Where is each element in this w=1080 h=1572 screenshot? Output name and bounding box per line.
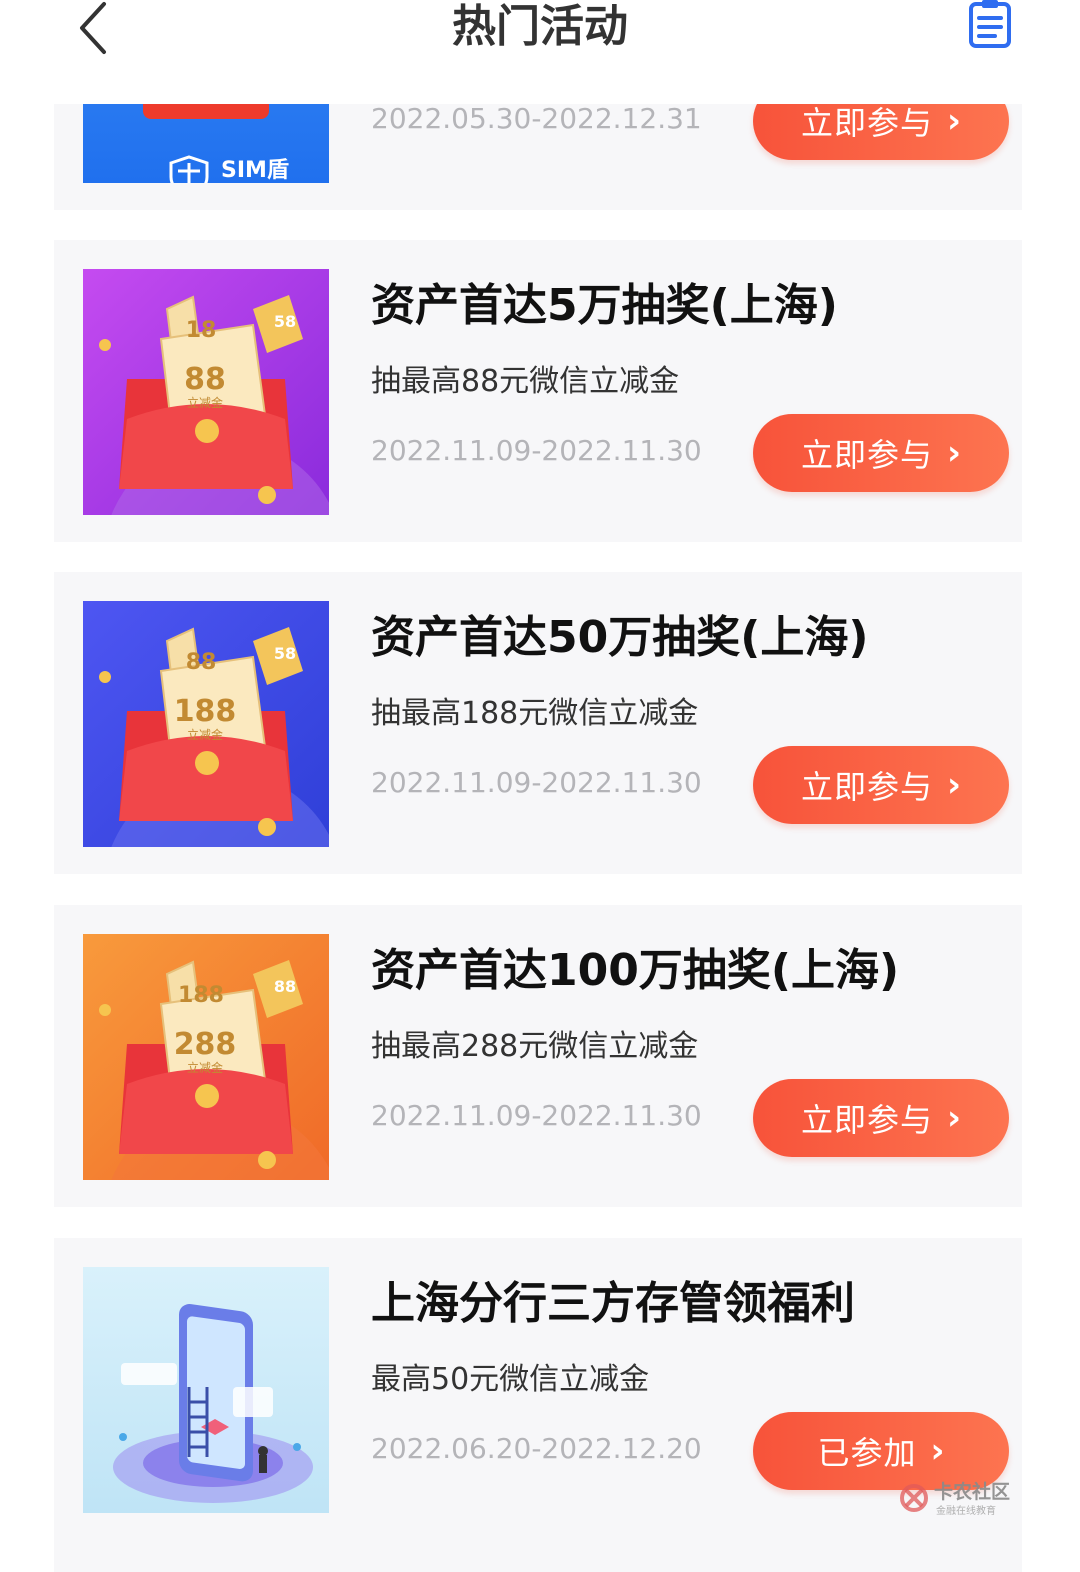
card-title: 资产首达50万抽奖(上海) (371, 612, 869, 663)
thumb-main-value: 88 (184, 362, 226, 397)
card-date-range: 2022.06.20-2022.12.20 (371, 1432, 702, 1465)
isometric-phone-thumbnail (83, 1267, 329, 1513)
card-title: 资产首达5万抽奖(上海) (371, 280, 838, 331)
join-button[interactable]: 立即参与 › (753, 1079, 1009, 1157)
thumb-label: 立减金 (187, 727, 223, 742)
top-nav-bar: 热门活动 (0, 0, 1080, 104)
thumb-label: 立减金 (187, 1060, 223, 1075)
card-subtitle: 抽最高188元微信立减金 (371, 696, 699, 731)
shield-icon (169, 155, 209, 183)
records-button[interactable] (966, 0, 1014, 50)
thumb-side-value: 88 (274, 977, 296, 996)
thumb-main-value: 188 (174, 694, 237, 729)
card-subtitle: 抽最高288元微信立减金 (371, 1029, 699, 1064)
thumb-text: SIM盾 (221, 158, 289, 183)
chevron-right-icon: › (947, 1098, 962, 1138)
clipboard-list-icon (969, 0, 1011, 48)
card-subtitle: 最高50元微信立减金 (371, 1362, 650, 1397)
join-button[interactable]: 立即参与 › (753, 414, 1009, 492)
thumb-main-value: 288 (174, 1027, 237, 1062)
red-envelope-thumbnail: 18 88 立减金 58 (83, 269, 329, 515)
page-title: 热门活动 (452, 1, 628, 52)
watermark-name: 卡农社区 (934, 1480, 1010, 1503)
activity-card[interactable]: 18 88 立减金 58 资产首达5万抽奖(上海) 抽最高88元微信立减金 20… (54, 240, 1022, 542)
card-title: 上海分行三方存管领福利 (371, 1278, 855, 1329)
activity-card[interactable]: 188 288 立减金 88 资产首达100万抽奖(上海) 抽最高288元微信立… (54, 905, 1022, 1207)
join-button-label: 立即参与 (800, 768, 933, 806)
join-button[interactable]: 立即参与 › (753, 746, 1009, 824)
thumb-top-value: 88 (186, 650, 217, 675)
card-date-range: 2022.11.09-2022.11.30 (371, 766, 702, 799)
watermark: 卡农社区 金融在线教育 (898, 1478, 1028, 1520)
card-date-range: 2022.11.09-2022.11.30 (371, 1099, 702, 1132)
card-subtitle: 抽最高88元微信立减金 (371, 364, 680, 399)
join-button-label: 立即参与 (800, 104, 933, 142)
thumb-label: 立减金 (187, 395, 223, 410)
card-title: 资产首达100万抽奖(上海) (371, 945, 900, 996)
chevron-right-icon: › (947, 765, 962, 805)
card-date-range: 2022.05.30-2022.12.31 (371, 102, 702, 135)
knot-logo-icon (900, 1484, 928, 1512)
thumb-side-value: 58 (274, 644, 296, 663)
chevron-right-icon: › (947, 433, 962, 473)
red-envelope-thumbnail: 88 188 立减金 58 (83, 601, 329, 847)
activity-card[interactable]: 88 188 立减金 58 资产首达50万抽奖(上海) 抽最高188元微信立减金… (54, 572, 1022, 874)
joined-button-label: 已参加 (817, 1434, 917, 1472)
activity-card[interactable]: 上海分行三方存管领福利 最高50元微信立减金 2022.06.20-2022.1… (54, 1238, 1022, 1572)
chevron-right-icon: › (930, 1431, 945, 1471)
red-envelope-thumbnail: 188 288 立减金 88 (83, 934, 329, 1180)
thumb-top-value: 188 (178, 983, 224, 1008)
thumb-side-value: 58 (274, 312, 296, 331)
chevron-right-icon: › (947, 101, 962, 141)
thumb-top-value: 18 (186, 318, 217, 343)
join-button-label: 立即参与 (800, 436, 933, 474)
card-date-range: 2022.11.09-2022.11.30 (371, 434, 702, 467)
watermark-tagline: 金融在线教育 (936, 1504, 996, 1517)
join-button-label: 立即参与 (800, 1101, 933, 1139)
